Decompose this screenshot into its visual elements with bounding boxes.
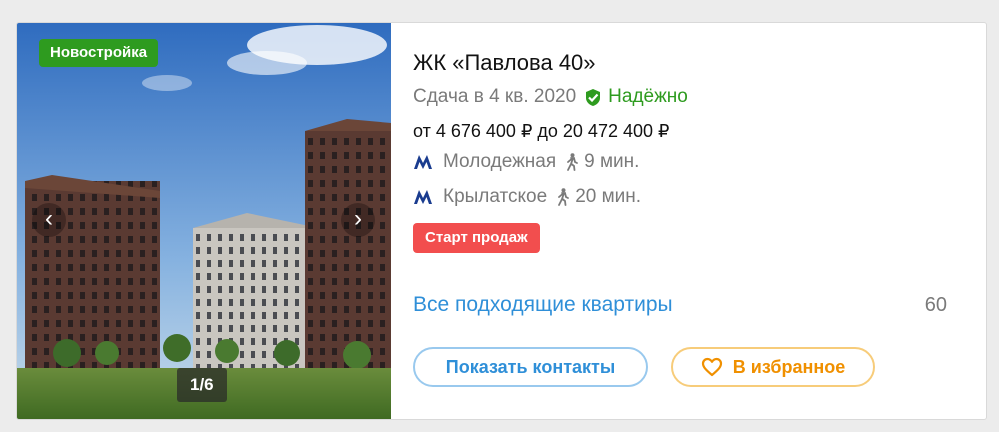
shield-check-icon xyxy=(584,88,602,107)
photo-gallery[interactable]: Новостройка ‹ › 1/6 xyxy=(17,23,391,419)
show-contacts-label: Показать контакты xyxy=(445,356,616,377)
walking-person-icon xyxy=(566,153,579,171)
metro-icon xyxy=(413,154,435,170)
show-contacts-button[interactable]: Показать контакты xyxy=(413,347,648,387)
metro-station: Молодежная xyxy=(443,151,557,172)
photo-counter: 1/6 xyxy=(177,368,227,402)
metro-station: Крылатское xyxy=(443,186,548,207)
completion-date: Сдача в 4 кв. 2020 xyxy=(413,86,577,107)
metro-icon xyxy=(413,189,435,205)
heart-icon xyxy=(701,357,723,377)
chevron-left-icon: ‹ xyxy=(45,205,53,232)
add-to-favorites-button[interactable]: В избранное xyxy=(671,347,875,387)
listing-card[interactable]: Новостройка ‹ › 1/6 ЖК «Павлова 40» Сдач… xyxy=(16,22,987,420)
listing-info: ЖК «Павлова 40» Сдача в 4 кв. 2020 Надёж… xyxy=(413,23,986,419)
new-building-badge: Новостройка xyxy=(39,39,159,67)
completion-row: Сдача в 4 кв. 2020 Надёжно xyxy=(413,86,688,108)
gallery-prev-button[interactable]: ‹ xyxy=(32,203,66,237)
building-photo xyxy=(17,23,391,419)
walk-time: 20 мин. xyxy=(575,186,642,207)
metro-row: Молодежная 9 мин. xyxy=(413,151,639,173)
flats-count: 60 xyxy=(924,294,947,316)
sale-start-badge: Старт продаж xyxy=(413,223,540,253)
metro-row: Крылатское 20 мин. xyxy=(413,186,641,208)
walk-time: 9 мин. xyxy=(584,151,640,172)
reliability-label[interactable]: Надёжно xyxy=(608,86,688,108)
gallery-next-button[interactable]: › xyxy=(341,203,375,237)
price-range: от 4 676 400 ₽ до 20 472 400 ₽ xyxy=(413,121,670,141)
listing-title[interactable]: ЖК «Павлова 40» xyxy=(413,50,596,76)
chevron-right-icon: › xyxy=(354,205,362,232)
all-flats-link[interactable]: Все подходящие квартиры xyxy=(413,293,673,317)
favorite-label: В избранное xyxy=(732,356,846,377)
walking-person-icon xyxy=(557,188,570,206)
